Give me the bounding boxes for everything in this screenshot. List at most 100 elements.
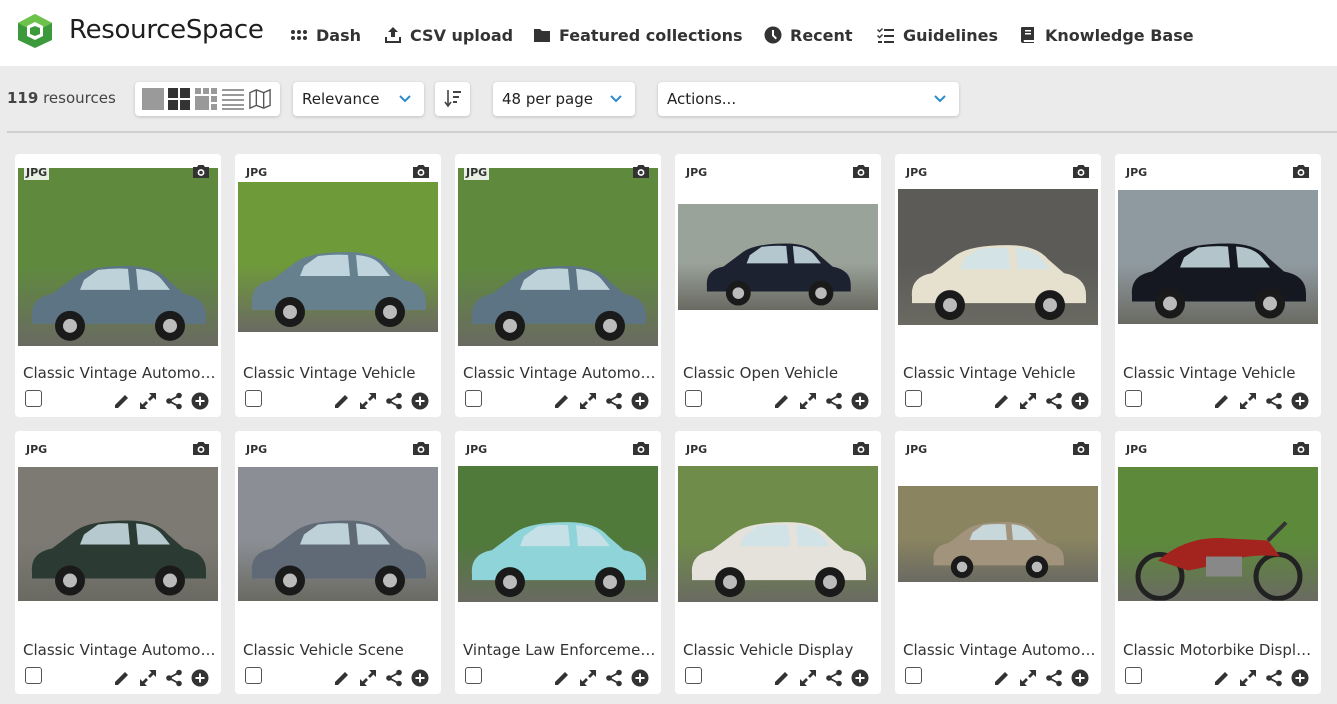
share-icon[interactable] bbox=[1045, 392, 1063, 410]
edit-pencil-icon[interactable] bbox=[113, 392, 131, 410]
share-icon[interactable] bbox=[385, 669, 403, 687]
edit-pencil-icon[interactable] bbox=[1213, 392, 1231, 410]
thumbnail-area[interactable] bbox=[458, 168, 658, 346]
add-to-collection-icon[interactable] bbox=[1071, 392, 1089, 410]
expand-icon[interactable] bbox=[579, 392, 597, 410]
share-icon[interactable] bbox=[605, 392, 623, 410]
select-checkbox[interactable] bbox=[465, 390, 482, 407]
thumbnail-area[interactable] bbox=[18, 445, 218, 623]
thumbnail-area[interactable] bbox=[1118, 168, 1318, 346]
edit-pencil-icon[interactable] bbox=[553, 392, 571, 410]
add-to-collection-icon[interactable] bbox=[411, 669, 429, 687]
thumbnail-area[interactable] bbox=[678, 168, 878, 346]
share-icon[interactable] bbox=[1045, 669, 1063, 687]
nav-dash[interactable]: Dash bbox=[290, 22, 361, 48]
expand-icon[interactable] bbox=[1019, 392, 1037, 410]
resource-title[interactable]: Classic Vintage Vehicle bbox=[243, 364, 436, 382]
select-checkbox[interactable] bbox=[25, 390, 42, 407]
nav-recent[interactable]: Recent bbox=[764, 22, 853, 48]
nav-knowledge-base[interactable]: Knowledge Base bbox=[1019, 22, 1194, 48]
resource-title[interactable]: Classic Vintage Automob... bbox=[463, 364, 656, 382]
add-to-collection-icon[interactable] bbox=[1291, 669, 1309, 687]
expand-icon[interactable] bbox=[139, 669, 157, 687]
resource-title[interactable]: Classic Vehicle Scene bbox=[243, 641, 436, 659]
thumbnail-area[interactable] bbox=[238, 445, 438, 623]
resource-title[interactable]: Classic Vintage Vehicle bbox=[903, 364, 1096, 382]
sort-select[interactable]: Relevance bbox=[293, 82, 424, 116]
select-checkbox[interactable] bbox=[1125, 667, 1142, 684]
thumbnail-area[interactable] bbox=[18, 168, 218, 346]
thumbnail-area[interactable] bbox=[1118, 445, 1318, 623]
nav-featured-collections[interactable]: Featured collections bbox=[533, 22, 743, 48]
select-checkbox[interactable] bbox=[465, 667, 482, 684]
sort-order-button[interactable] bbox=[435, 82, 470, 116]
share-icon[interactable] bbox=[825, 669, 843, 687]
resource-title[interactable]: Classic Open Vehicle bbox=[683, 364, 876, 382]
thumbnail-area[interactable] bbox=[238, 168, 438, 346]
resource-thumbnail[interactable] bbox=[238, 467, 438, 601]
nav-csv-upload[interactable]: CSV upload bbox=[384, 22, 513, 48]
select-checkbox[interactable] bbox=[245, 667, 262, 684]
edit-pencil-icon[interactable] bbox=[553, 669, 571, 687]
resource-thumbnail[interactable] bbox=[238, 182, 438, 332]
resource-title[interactable]: Classic Vintage Automob... bbox=[23, 641, 216, 659]
expand-icon[interactable] bbox=[1239, 669, 1257, 687]
edit-pencil-icon[interactable] bbox=[333, 669, 351, 687]
expand-icon[interactable] bbox=[1239, 392, 1257, 410]
expand-icon[interactable] bbox=[359, 669, 377, 687]
thumbnail-area[interactable] bbox=[458, 445, 658, 623]
resource-thumbnail[interactable] bbox=[458, 168, 658, 346]
resource-title[interactable]: Classic Vintage Automob... bbox=[23, 364, 216, 382]
xlarge-thumbs-view-icon[interactable] bbox=[142, 88, 164, 110]
nav-guidelines[interactable]: Guidelines bbox=[877, 22, 998, 48]
edit-pencil-icon[interactable] bbox=[993, 392, 1011, 410]
small-thumbs-view-icon[interactable] bbox=[195, 88, 217, 110]
resource-thumbnail[interactable] bbox=[1118, 190, 1318, 324]
select-checkbox[interactable] bbox=[685, 667, 702, 684]
share-icon[interactable] bbox=[605, 669, 623, 687]
add-to-collection-icon[interactable] bbox=[411, 392, 429, 410]
add-to-collection-icon[interactable] bbox=[1291, 392, 1309, 410]
edit-pencil-icon[interactable] bbox=[773, 392, 791, 410]
resource-thumbnail[interactable] bbox=[18, 168, 218, 346]
expand-icon[interactable] bbox=[359, 392, 377, 410]
resource-title[interactable]: Classic Vintage Automob... bbox=[903, 641, 1096, 659]
resource-card[interactable]: JPG Vintage Law Enforcemen... bbox=[455, 431, 661, 694]
resource-title[interactable]: Classic Vehicle Display bbox=[683, 641, 876, 659]
resource-title[interactable]: Vintage Law Enforcemen... bbox=[463, 641, 656, 659]
edit-pencil-icon[interactable] bbox=[113, 669, 131, 687]
share-icon[interactable] bbox=[385, 392, 403, 410]
thumbnail-area[interactable] bbox=[898, 168, 1098, 346]
list-view-icon[interactable] bbox=[222, 88, 244, 110]
resource-thumbnail[interactable] bbox=[898, 486, 1098, 582]
edit-pencil-icon[interactable] bbox=[1213, 669, 1231, 687]
resource-title[interactable]: Classic Motorbike Displa... bbox=[1123, 641, 1316, 659]
per-page-select[interactable]: 48 per page bbox=[493, 82, 635, 116]
share-icon[interactable] bbox=[1265, 669, 1283, 687]
select-checkbox[interactable] bbox=[245, 390, 262, 407]
resourcespace-logo-icon[interactable] bbox=[16, 13, 54, 49]
expand-icon[interactable] bbox=[799, 392, 817, 410]
select-checkbox[interactable] bbox=[685, 390, 702, 407]
select-checkbox[interactable] bbox=[25, 667, 42, 684]
add-to-collection-icon[interactable] bbox=[191, 669, 209, 687]
brand-name[interactable]: ResourceSpace bbox=[69, 15, 264, 45]
actions-select[interactable]: Actions... bbox=[658, 82, 959, 116]
resource-thumbnail[interactable] bbox=[18, 467, 218, 601]
resource-card[interactable]: JPG Classic Vintage Automob... bbox=[455, 154, 661, 417]
share-icon[interactable] bbox=[825, 392, 843, 410]
resource-card[interactable]: JPG Classic Vehicle Scene bbox=[235, 431, 441, 694]
select-checkbox[interactable] bbox=[905, 390, 922, 407]
resource-card[interactable]: JPG Classic Vintage Vehicle bbox=[235, 154, 441, 417]
add-to-collection-icon[interactable] bbox=[851, 669, 869, 687]
add-to-collection-icon[interactable] bbox=[631, 392, 649, 410]
resource-thumbnail[interactable] bbox=[458, 466, 658, 602]
resource-card[interactable]: JPG Classic Open Vehicle bbox=[675, 154, 881, 417]
edit-pencil-icon[interactable] bbox=[993, 669, 1011, 687]
expand-icon[interactable] bbox=[799, 669, 817, 687]
add-to-collection-icon[interactable] bbox=[631, 669, 649, 687]
resource-thumbnail[interactable] bbox=[1118, 467, 1318, 601]
map-view-icon[interactable] bbox=[249, 88, 271, 110]
thumbnail-area[interactable] bbox=[898, 445, 1098, 623]
select-checkbox[interactable] bbox=[905, 667, 922, 684]
